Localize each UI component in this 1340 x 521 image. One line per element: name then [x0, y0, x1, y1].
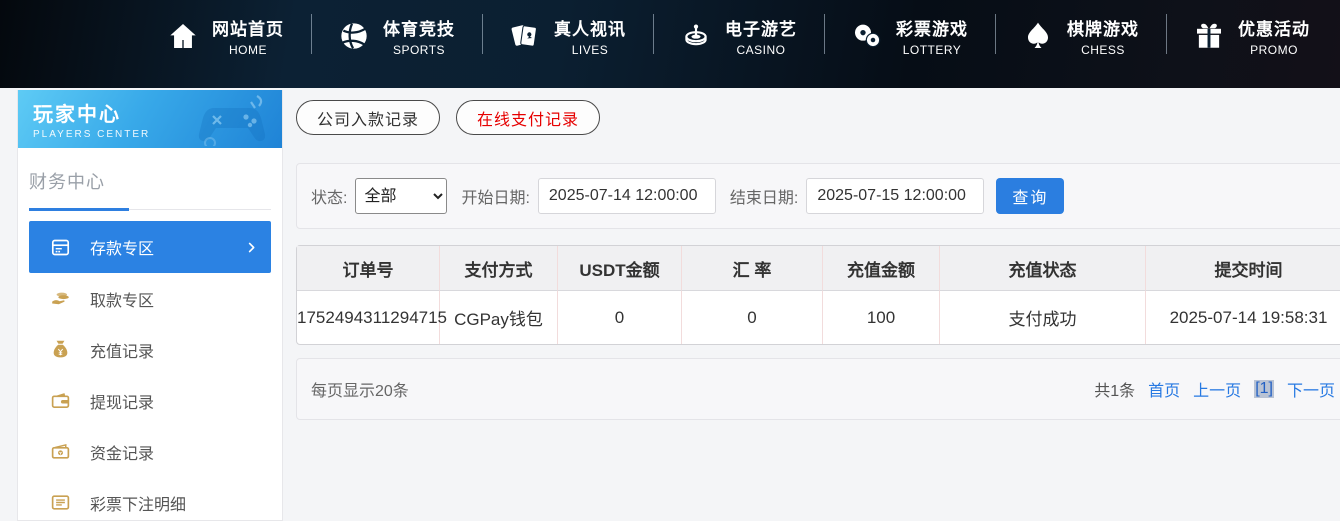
nav-item[interactable]: 棋牌游戏 CHESS [995, 6, 1166, 66]
start-date-input[interactable] [538, 178, 716, 214]
nav-item-title: 体育竞技 [383, 15, 455, 40]
table-footer-bar: 每页显示20条 共1条 首页 上一页 [1] 下一页 [296, 358, 1340, 420]
table-header-cell: USDT金额 [557, 246, 681, 291]
spade-icon [1022, 20, 1054, 52]
gamepad-icon [196, 94, 274, 146]
sidebar-menu-item-label: 充值记录 [90, 338, 154, 362]
nav-item-title: 彩票游戏 [896, 15, 968, 40]
table-header-cell: 充值状态 [939, 246, 1145, 291]
nav-item[interactable]: 体育竞技 SPORTS [311, 6, 482, 66]
sidebar-menu-item-label: 彩票下注明细 [90, 491, 186, 515]
status-label: 状态: [311, 184, 347, 208]
sports-ball-icon [338, 20, 370, 52]
nav-item-subtitle: HOME [229, 43, 267, 57]
sidebar-menu-item[interactable]: 资金记录 [29, 426, 271, 477]
end-date-input[interactable] [806, 178, 984, 214]
deposit-machine-icon [50, 237, 71, 258]
current-page-indicator[interactable]: [1] [1254, 380, 1274, 398]
record-tab[interactable]: 公司入款记录 [296, 100, 440, 135]
start-date-label: 开始日期: [461, 184, 529, 208]
record-tab-label: 公司入款记录 [317, 106, 419, 130]
home-icon [167, 20, 199, 52]
status-select[interactable]: 全部 [355, 178, 447, 214]
sidebar-menu-item-label: 取款专区 [90, 287, 154, 311]
divider-accent [29, 208, 129, 211]
list-icon [50, 492, 71, 513]
players-center-sidebar: 玩家中心 PLAYERS CENTER 财务中心 [17, 90, 283, 521]
table-header-cell: 充值金额 [822, 246, 939, 291]
section-divider [29, 208, 271, 211]
record-tab[interactable]: 在线支付记录 [456, 100, 600, 135]
sidebar-menu-item[interactable]: 取款专区 [29, 273, 271, 324]
table-cell: 1752494311294715 [297, 291, 439, 344]
wallet-icon [50, 390, 71, 411]
next-page-link[interactable]: 下一页 [1287, 377, 1335, 401]
sidebar-section-title: 财务中心 [18, 148, 282, 208]
main-content: 公司入款记录 在线支付记录 状态: 全部 开始日期: 结束日期: 查询 订单号 … [296, 90, 1340, 420]
table-header-cell: 汇 率 [681, 246, 822, 291]
table-header-cell: 支付方式 [439, 246, 557, 291]
nav-item-subtitle: PROMO [1250, 43, 1298, 57]
nav-item-subtitle: LIVES [572, 43, 609, 57]
sidebar-menu-item[interactable]: 彩票下注明细 [29, 477, 271, 521]
prev-page-link[interactable]: 上一页 [1193, 377, 1241, 401]
nav-item-title: 电子游艺 [725, 15, 797, 40]
playing-cards-icon [509, 20, 541, 52]
pagination: 共1条 首页 上一页 [1] 下一页 [1094, 377, 1335, 401]
nav-item[interactable]: 电子游艺 CASINO [653, 6, 824, 66]
table-cell: 100 [822, 291, 939, 344]
withdraw-hand-icon [50, 288, 71, 309]
banknote-icon [50, 441, 71, 462]
nav-item[interactable]: 优惠活动 PROMO [1166, 6, 1337, 66]
roulette-icon [680, 20, 712, 52]
sidebar-menu-item-label: 存款专区 [90, 235, 154, 259]
sidebar-menu-item-label: 提现记录 [90, 389, 154, 413]
total-count-label: 共1条 [1094, 377, 1135, 401]
table-header-cell: 提交时间 [1145, 246, 1340, 291]
sidebar-menu-item[interactable]: 充值记录 [29, 324, 271, 375]
nav-item-title: 网站首页 [212, 15, 284, 40]
sidebar-menu-item[interactable]: 存款专区 [29, 221, 271, 273]
record-tab-label: 在线支付记录 [477, 106, 579, 130]
first-page-link[interactable]: 首页 [1148, 377, 1180, 401]
sidebar-menu-item-label: 资金记录 [90, 440, 154, 464]
lottery-balls-icon [851, 20, 883, 52]
moneybag-icon [50, 339, 71, 360]
sidebar-menu: 存款专区 取款专区 充值记录 提现记录 [18, 221, 282, 521]
sidebar-menu-item[interactable]: 提现记录 [29, 375, 271, 426]
search-button[interactable]: 查询 [996, 178, 1064, 214]
end-date-label: 结束日期: [730, 184, 798, 208]
nav-item-title: 真人视讯 [554, 15, 626, 40]
table-cell: 0 [681, 291, 822, 344]
table-cell: 支付成功 [939, 291, 1145, 344]
nav-item-title: 优惠活动 [1238, 15, 1310, 40]
nav-item[interactable]: 网站首页 HOME [140, 6, 311, 66]
top-navigation: 网站首页 HOME 体育竞技 SPORTS 真人视讯 LIVES 电子游艺 CA… [0, 0, 1340, 88]
nav-item[interactable]: 彩票游戏 LOTTERY [824, 6, 995, 66]
gift-icon [1193, 20, 1225, 52]
table-cell: 0 [557, 291, 681, 344]
nav-item-title: 棋牌游戏 [1067, 15, 1139, 40]
page-size-label: 每页显示20条 [311, 377, 409, 401]
sidebar-header: 玩家中心 PLAYERS CENTER [18, 90, 282, 148]
chevron-right-icon [245, 241, 258, 254]
filter-bar: 状态: 全部 开始日期: 结束日期: 查询 [296, 163, 1340, 229]
table-cell: CGPay钱包 [439, 291, 557, 344]
nav-item-subtitle: CHESS [1081, 43, 1125, 57]
nav-item-subtitle: LOTTERY [903, 43, 962, 57]
table-header-cell: 订单号 [297, 246, 439, 291]
table-header-row: 订单号 支付方式 USDT金额 汇 率 充值金额 充值状态 提交时间 [297, 246, 1340, 291]
record-tabs: 公司入款记录 在线支付记录 [296, 100, 1340, 135]
payment-records-table: 订单号 支付方式 USDT金额 汇 率 充值金额 充值状态 提交时间 17524… [296, 245, 1340, 345]
nav-item-subtitle: CASINO [736, 43, 785, 57]
nav-item-subtitle: SPORTS [393, 43, 445, 57]
table-row: 1752494311294715CGPay钱包00100支付成功2025-07-… [297, 291, 1340, 344]
table-cell: 2025-07-14 19:58:31 [1145, 291, 1340, 344]
nav-item[interactable]: 真人视讯 LIVES [482, 6, 653, 66]
